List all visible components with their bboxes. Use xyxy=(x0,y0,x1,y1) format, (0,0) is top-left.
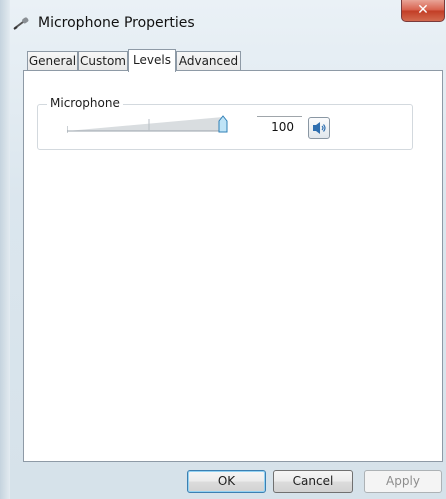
tab-custom[interactable]: Custom xyxy=(78,51,128,71)
tab-advanced[interactable]: Advanced xyxy=(176,51,241,71)
tab-general[interactable]: General xyxy=(27,51,78,71)
mute-toggle-button[interactable] xyxy=(308,117,330,139)
window-title: Microphone Properties xyxy=(38,15,195,31)
window-frame: Microphone Properties ✕ General Custom L… xyxy=(0,0,446,499)
microphone-group-label: Microphone xyxy=(47,96,123,110)
levels-panel: Microphone 100 xyxy=(23,70,443,462)
speaker-icon xyxy=(309,122,329,141)
level-value-field[interactable]: 100 xyxy=(257,116,302,134)
microphone-level-slider[interactable] xyxy=(66,114,231,133)
close-icon: ✕ xyxy=(417,2,429,18)
ok-button[interactable]: OK xyxy=(187,470,266,493)
tab-levels[interactable]: Levels xyxy=(128,49,176,72)
microphone-group: Microphone 100 xyxy=(37,96,413,150)
title-bar[interactable]: Microphone Properties ✕ xyxy=(0,0,446,44)
apply-button[interactable]: Apply xyxy=(364,470,442,493)
microphone-icon xyxy=(12,14,30,32)
close-button[interactable]: ✕ xyxy=(401,0,445,22)
cancel-button[interactable]: Cancel xyxy=(273,470,353,493)
